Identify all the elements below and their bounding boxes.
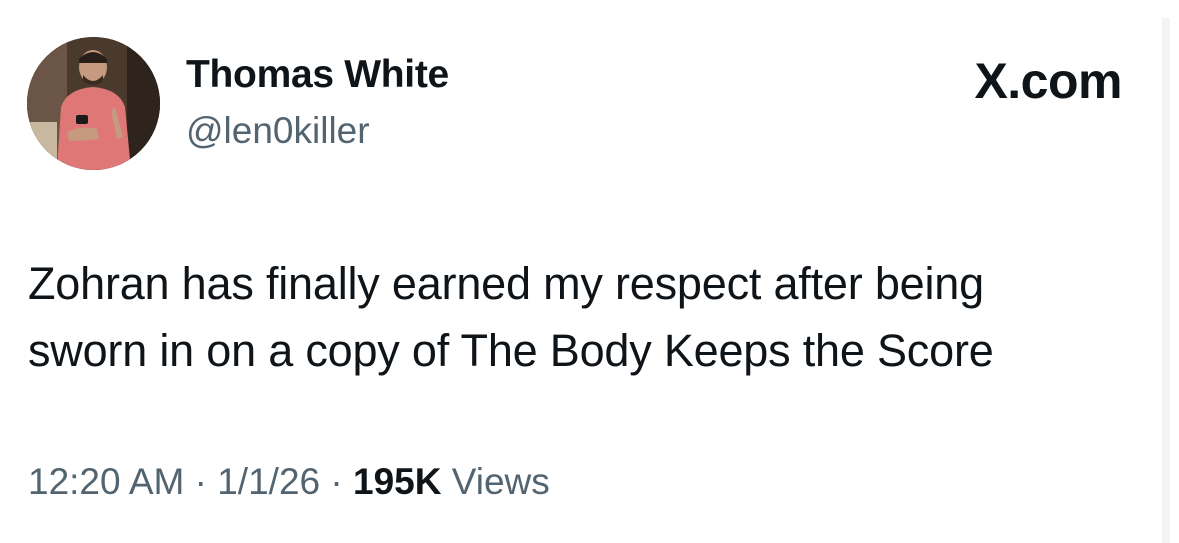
tweet-meta: 12:20 AM · 1/1/26 · 195K Views: [28, 461, 550, 503]
right-edge-divider: [1162, 18, 1170, 543]
tweet-text: Zohran has finally earned my respect aft…: [28, 250, 1148, 384]
views-count: 195K: [353, 461, 442, 502]
author-name[interactable]: Thomas White: [186, 53, 449, 97]
meta-separator: ·: [194, 461, 207, 502]
avatar[interactable]: [27, 37, 160, 170]
views-label: Views: [451, 461, 550, 502]
author-handle[interactable]: @len0killer: [186, 110, 370, 152]
tweet-time[interactable]: 12:20 AM: [28, 461, 184, 502]
meta-separator: ·: [330, 461, 343, 502]
tweet-date[interactable]: 1/1/26: [217, 461, 320, 502]
tweet-card: Thomas White @len0killer X.com Zohran ha…: [0, 0, 1179, 543]
avatar-photo: [27, 37, 160, 170]
brand-logo: X.com: [974, 53, 1122, 109]
tweet-text-line: Zohran has finally earned my respect aft…: [28, 258, 984, 309]
tweet-text-line: sworn in on a copy of The Body Keeps the…: [28, 325, 994, 376]
